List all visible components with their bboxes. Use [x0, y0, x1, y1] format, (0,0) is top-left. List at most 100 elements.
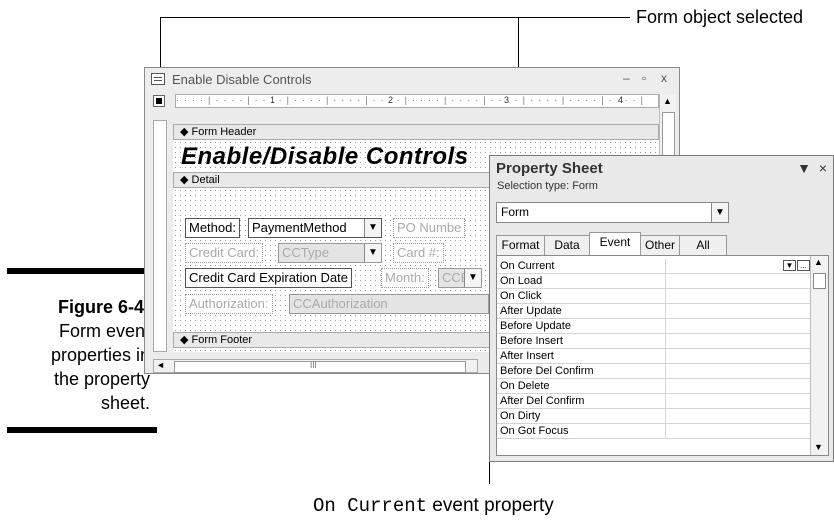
property-row[interactable]: After Update: [497, 304, 812, 319]
callout-on-current-text: event property: [427, 495, 554, 516]
cc-type-combo-value: CCType: [282, 245, 329, 260]
maximize-button[interactable]: ▫: [642, 71, 646, 85]
ruler-mark-2: 2: [386, 95, 396, 105]
property-divider: [665, 289, 666, 303]
form-horizontal-scrollbar[interactable]: ◄ III: [153, 359, 478, 373]
object-selector[interactable]: Form ▼: [496, 202, 729, 223]
figure-caption: Figure 6-4: Form event properties in the…: [0, 295, 150, 415]
property-name: On Current: [500, 260, 555, 272]
callout-on-current-code: On Current: [313, 495, 428, 517]
property-row[interactable]: Before Insert: [497, 334, 812, 349]
caption-line-2: properties in: [50, 345, 150, 365]
minimize-button[interactable]: –: [623, 71, 630, 85]
chevron-down-icon[interactable]: ▼: [711, 203, 728, 222]
property-divider: [665, 304, 666, 318]
property-row[interactable]: On Dirty: [497, 409, 812, 424]
section-bar-form-header[interactable]: ◆ Form Header: [173, 124, 659, 140]
property-row[interactable]: Before Del Confirm: [497, 364, 812, 379]
form-heading-label[interactable]: Enable/Disable Controls: [181, 143, 469, 171]
property-name: After Del Confirm: [500, 395, 585, 407]
property-divider: [665, 274, 666, 288]
callout-line-top-h: [160, 17, 630, 18]
authorization-field[interactable]: CCAuthorization: [289, 294, 489, 314]
authorization-label[interactable]: Authorization:: [185, 294, 273, 314]
credit-card-label[interactable]: Credit Card:: [185, 243, 264, 263]
scroll-down-arrow-icon[interactable]: ▼: [814, 442, 823, 452]
property-row[interactable]: On Delete: [497, 379, 812, 394]
property-row[interactable]: After Insert: [497, 349, 812, 364]
panel-menu-icon[interactable]: ▼: [797, 160, 811, 176]
caption-line-4: sheet.: [100, 393, 150, 413]
callout-form-object-selected: Form object selected: [636, 7, 804, 27]
property-sheet-controls: ▼ ×: [797, 160, 827, 176]
property-sheet-title: Property Sheet: [496, 160, 603, 177]
caption-rule-bottom: [7, 427, 157, 433]
property-row[interactable]: Before Update: [497, 319, 812, 334]
property-name: On Got Focus: [500, 425, 569, 437]
expiration-date-label[interactable]: Credit Card Expiration Date: [185, 268, 352, 288]
vertical-ruler: [153, 120, 167, 352]
tab-format[interactable]: Format: [496, 235, 545, 255]
builder-button[interactable]: ...: [797, 260, 810, 271]
month-label[interactable]: Month:: [381, 268, 429, 288]
property-divider: [665, 409, 666, 423]
method-combo-value: PaymentMethod: [252, 220, 347, 235]
caption-line-1: Form event: [58, 321, 150, 341]
month-combo[interactable]: CCE ▼: [438, 268, 482, 288]
property-divider: [665, 394, 666, 408]
ruler-mark-3: 3: [502, 95, 512, 105]
property-name: Before Insert: [500, 335, 563, 347]
section-detail-label: Detail: [191, 174, 220, 186]
chevron-down-icon[interactable]: ▼: [364, 219, 381, 237]
form-selector-box[interactable]: [153, 95, 165, 107]
caption-rule-top: [7, 268, 157, 274]
property-name: On Delete: [500, 380, 550, 392]
object-selector-value: Form: [501, 205, 529, 219]
scroll-thumb[interactable]: [813, 273, 826, 289]
caption-line-3: the property: [53, 369, 150, 389]
property-name: On Load: [500, 275, 543, 287]
figure-number: Figure 6-4:: [57, 297, 150, 317]
method-combo[interactable]: PaymentMethod ▼: [248, 218, 382, 238]
form-icon: [151, 73, 165, 85]
chevron-down-icon[interactable]: ▼: [783, 260, 796, 271]
chevron-down-icon[interactable]: ▼: [464, 269, 481, 287]
form-window-titlebar[interactable]: Enable Disable Controls – ▫ x: [145, 68, 679, 92]
property-name: After Update: [500, 305, 562, 317]
property-divider: [665, 319, 666, 333]
card-number-label[interactable]: Card #:: [393, 243, 444, 263]
scroll-left-arrow-icon[interactable]: ◄: [156, 360, 165, 370]
property-row[interactable]: On Got Focus: [497, 424, 812, 439]
scroll-grip: III: [310, 361, 317, 370]
property-row[interactable]: After Del Confirm: [497, 394, 812, 409]
property-grid[interactable]: On Current ▼ ... On Load On Click After …: [496, 255, 829, 456]
callout-on-current: On Current event property: [313, 494, 554, 518]
scroll-up-arrow-icon[interactable]: ▲: [663, 96, 672, 106]
method-label[interactable]: Method:: [185, 218, 240, 238]
tab-all[interactable]: All: [679, 235, 727, 255]
property-row[interactable]: On Current ▼ ...: [497, 259, 812, 274]
tab-other[interactable]: Other: [640, 235, 680, 255]
close-icon[interactable]: ×: [819, 160, 827, 176]
chevron-down-icon[interactable]: ▼: [364, 244, 381, 262]
property-name: On Dirty: [500, 410, 541, 422]
section-form-footer-label: Form Footer: [191, 334, 253, 346]
property-sheet-panel[interactable]: Property Sheet ▼ × Selection type: Form …: [489, 155, 834, 462]
po-number-label[interactable]: PO Numbe: [393, 218, 466, 238]
scroll-up-arrow-icon[interactable]: ▲: [814, 257, 823, 267]
form-window-title: Enable Disable Controls: [172, 72, 312, 87]
property-grid-scrollbar[interactable]: ▲ ▼: [810, 256, 828, 455]
property-row[interactable]: On Load: [497, 274, 812, 289]
tab-data[interactable]: Data: [544, 235, 590, 255]
close-button[interactable]: x: [661, 71, 667, 85]
property-divider: [665, 364, 666, 378]
property-divider: [665, 424, 666, 438]
cc-type-combo[interactable]: CCType ▼: [278, 243, 382, 263]
property-name: Before Update: [500, 320, 571, 332]
property-name: After Insert: [500, 350, 554, 362]
property-name: Before Del Confirm: [500, 365, 594, 377]
scroll-thumb[interactable]: III: [174, 361, 466, 373]
tab-event[interactable]: Event: [589, 232, 641, 256]
property-row[interactable]: On Click: [497, 289, 812, 304]
selection-type: Selection type: Form: [497, 180, 598, 192]
